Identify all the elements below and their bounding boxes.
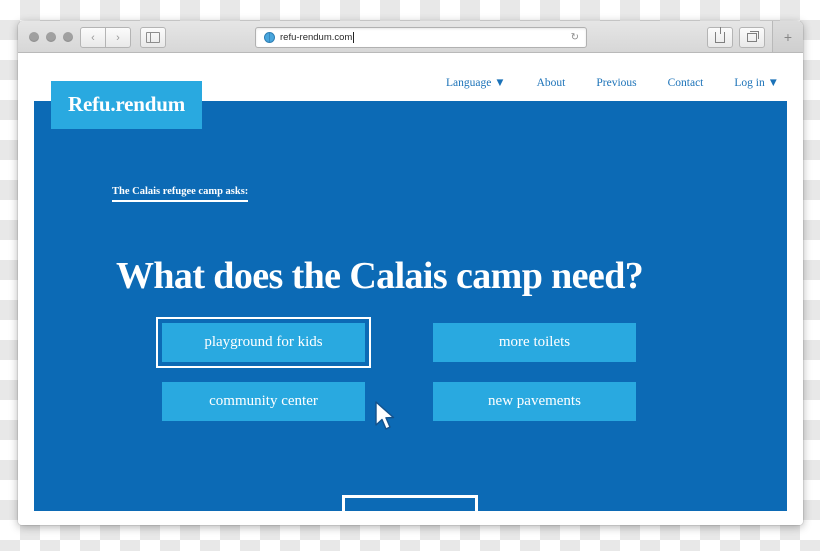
url-text: refu-rendum.com <box>280 32 353 43</box>
browser-nav-buttons: ‹ › <box>80 27 166 48</box>
option-playground-for-kids[interactable]: playground for kids <box>156 317 371 368</box>
plus-icon: + <box>783 28 793 45</box>
option-new-pavements[interactable]: new pavements <box>433 382 636 421</box>
option-label: new pavements <box>488 393 581 409</box>
minimize-window-button[interactable] <box>46 32 56 42</box>
show-tabs-button[interactable] <box>739 27 765 48</box>
option-more-toilets[interactable]: more toilets <box>433 323 636 362</box>
close-window-button[interactable] <box>29 32 39 42</box>
share-icon <box>715 27 725 43</box>
option-community-center[interactable]: community center <box>162 382 365 421</box>
nav-about[interactable]: About <box>537 77 566 89</box>
nav-previous[interactable]: Previous <box>596 77 636 89</box>
forward-icon: › <box>116 31 120 44</box>
option-label: community center <box>209 393 318 409</box>
maximize-window-button[interactable] <box>63 32 73 42</box>
browser-window: ‹ › refu-rendum.com ↻ + Language ▼ About… <box>18 21 803 525</box>
site-logo[interactable]: Refu.rendum <box>51 81 203 129</box>
browser-right-buttons <box>707 27 765 48</box>
sidebar-icon <box>146 32 160 43</box>
option-label: more toilets <box>498 334 571 350</box>
nav-login[interactable]: Log in ▼ <box>734 77 779 89</box>
option-label: playground for kids <box>204 334 323 350</box>
reload-icon[interactable]: ↻ <box>571 32 579 43</box>
forward-button[interactable]: › <box>106 27 131 48</box>
main-navigation: Language ▼ About Previous Contact Log in… <box>446 77 779 89</box>
browser-titlebar: ‹ › refu-rendum.com ↻ + <box>18 21 803 53</box>
globe-icon <box>264 32 275 43</box>
text-caret <box>353 32 355 43</box>
address-bar[interactable]: refu-rendum.com ↻ <box>255 27 587 48</box>
back-icon: ‹ <box>91 31 95 44</box>
page-main: The Calais refugee camp asks: What does … <box>34 101 787 525</box>
page-title: What does the Calais camp need? <box>116 255 644 298</box>
share-button[interactable] <box>707 27 733 48</box>
nav-language[interactable]: Language ▼ <box>446 77 506 89</box>
submit-label: Submit! <box>380 508 440 525</box>
tabs-icon <box>747 31 759 42</box>
new-tab-button[interactable]: + <box>772 21 803 52</box>
sidebar-toggle-button[interactable] <box>140 27 166 48</box>
poll-options: playground for kids more toilets communi… <box>156 317 662 421</box>
window-controls <box>29 32 73 42</box>
page-viewport: Language ▼ About Previous Contact Log in… <box>18 53 803 525</box>
nav-contact[interactable]: Contact <box>668 77 704 89</box>
back-button[interactable]: ‹ <box>80 27 106 48</box>
poll-eyebrow: The Calais refugee camp asks: <box>112 186 249 202</box>
submit-button[interactable]: Submit! <box>342 495 478 525</box>
